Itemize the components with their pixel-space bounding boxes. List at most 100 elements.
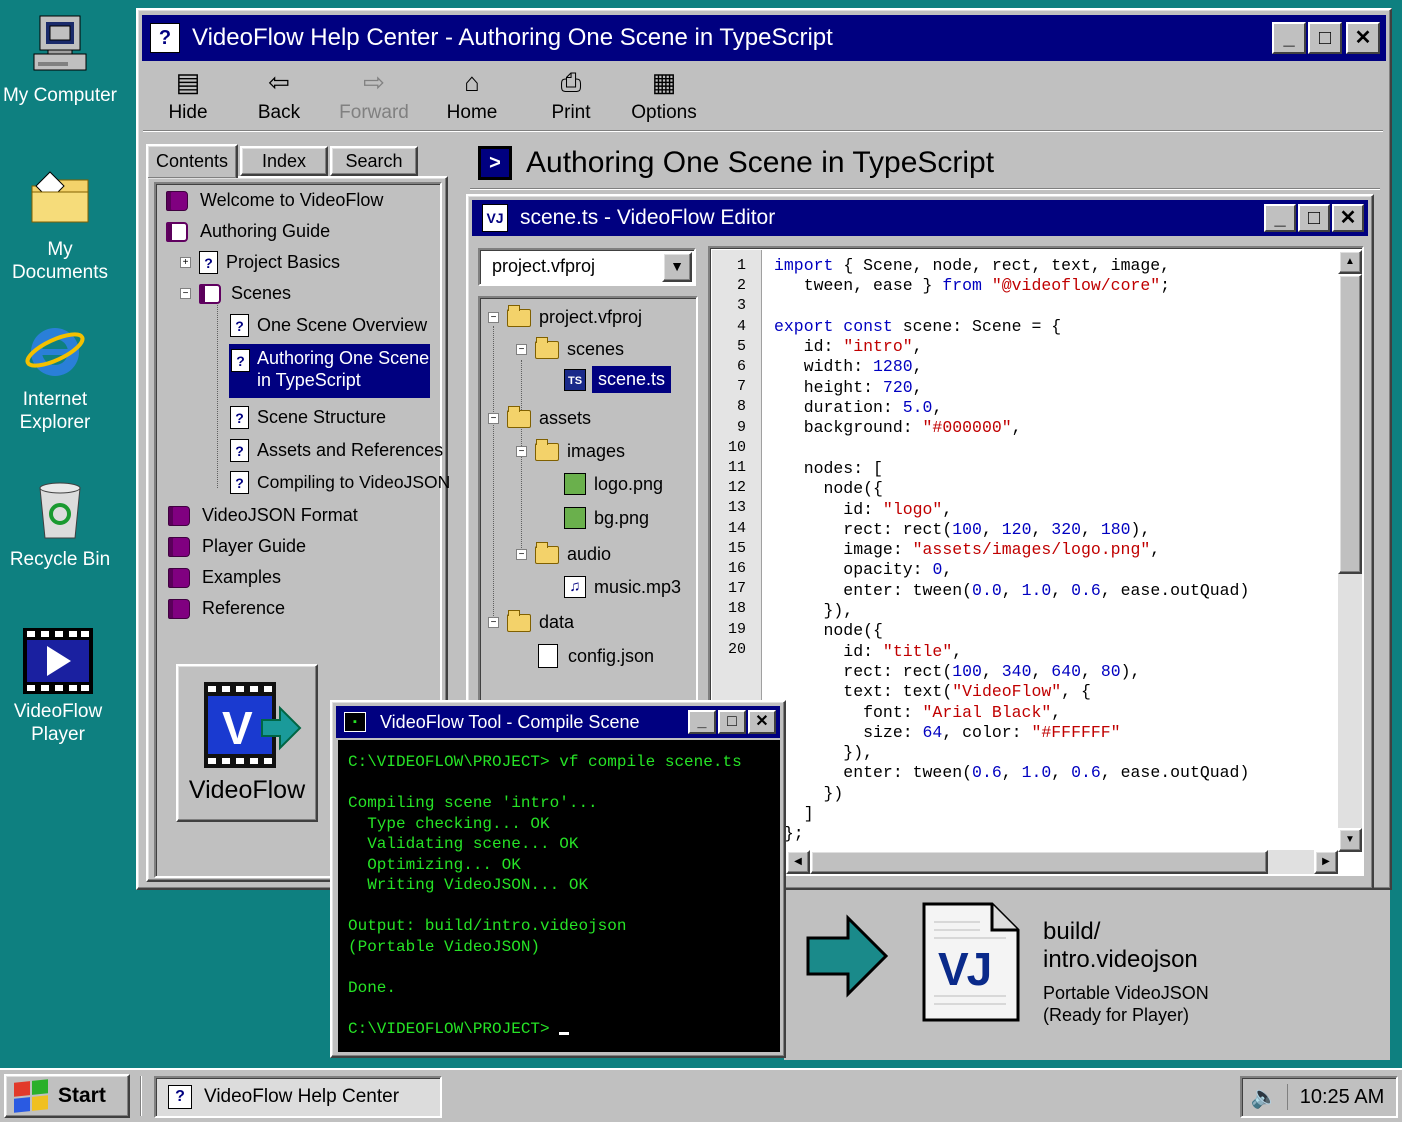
help-page-icon: ?	[230, 439, 249, 462]
collapse-icon[interactable]: −	[180, 288, 191, 299]
scroll-left-button[interactable]: ◀	[786, 850, 810, 874]
collapse-icon[interactable]: −	[488, 413, 499, 424]
tree-assets[interactable]: − assets	[488, 405, 591, 429]
tab-search[interactable]: Search	[330, 146, 418, 176]
book-icon	[168, 567, 190, 588]
desktop-icon-label: Internet Explorer	[19, 389, 91, 433]
forward-button[interactable]: ⇨ Forward	[329, 66, 419, 124]
minimize-button[interactable]: _	[1272, 22, 1306, 54]
vj-file-icon: VJ	[482, 204, 508, 232]
tree-scene-ts[interactable]: TS scene.ts	[564, 366, 672, 393]
hide-button[interactable]: ▤ Hide	[143, 66, 233, 124]
document-file-icon	[538, 644, 558, 668]
code-content[interactable]: import { Scene, node, rect, text, image,…	[774, 256, 1249, 845]
line-number: 1	[736, 257, 746, 274]
tab-index[interactable]: Index	[240, 146, 328, 176]
toc-selected-item[interactable]: ? Authoring One Scene in TypeScript	[229, 344, 430, 398]
tree-bg-png[interactable]: bg.png	[564, 507, 649, 529]
home-button[interactable]: ⌂ Home	[427, 66, 517, 124]
terminal-titlebar[interactable]: ▪ VideoFlow Tool - Compile Scene _ □ ✕	[336, 706, 780, 738]
toc-scenes[interactable]: − Scenes	[180, 283, 291, 304]
folder-open-icon	[535, 438, 559, 461]
editor-maximize-button[interactable]: □	[1298, 204, 1330, 232]
tree-logo-png[interactable]: logo.png	[564, 473, 663, 495]
editor-close-button[interactable]: ✕	[1332, 204, 1364, 232]
help-icon: ?	[150, 23, 180, 53]
folder-open-icon	[535, 336, 559, 359]
toc-welcome[interactable]: Welcome to VideoFlow	[166, 190, 383, 211]
help-page-icon: ?	[231, 349, 250, 372]
recycle-bin-icon	[28, 478, 92, 542]
terminal-close-button[interactable]: ✕	[748, 710, 776, 734]
scroll-thumb[interactable]	[1338, 274, 1362, 574]
scroll-down-button[interactable]: ▼	[1338, 828, 1362, 852]
scroll-up-button[interactable]: ▲	[1338, 250, 1362, 274]
tree-audio[interactable]: − audio	[516, 541, 611, 565]
terminal-maximize-button[interactable]: □	[718, 710, 746, 734]
scroll-right-button[interactable]: ▶	[1314, 850, 1338, 874]
help-window-titlebar[interactable]: ? VideoFlow Help Center - Authoring One …	[142, 15, 1386, 61]
home-icon: ⌂	[464, 67, 480, 97]
maximize-button[interactable]: □	[1308, 22, 1342, 54]
book-icon	[168, 598, 190, 619]
audio-file-icon: ♫	[564, 576, 586, 598]
chevron-down-icon[interactable]: ▼	[662, 252, 692, 282]
taskbar-separator	[140, 1076, 142, 1116]
folder-open-icon	[535, 541, 559, 564]
desktop-icon-label: Recycle Bin	[9, 549, 111, 570]
toc-compiling[interactable]: ? Compiling to VideoJSON	[230, 471, 450, 494]
tree-images[interactable]: − images	[516, 438, 625, 462]
collapse-icon[interactable]: −	[488, 312, 499, 323]
toc-videojson-format[interactable]: VideoJSON Format	[168, 505, 358, 526]
collapse-icon[interactable]: −	[516, 344, 527, 355]
hscroll-thumb[interactable]	[810, 850, 1268, 874]
printer-icon: ⎙	[560, 67, 582, 97]
speaker-icon[interactable]: 🔈	[1242, 1084, 1288, 1110]
toc-authoring-guide[interactable]: Authoring Guide	[166, 221, 330, 242]
videoflow-logo-text: VideoFlow	[188, 776, 306, 804]
toc-player-guide[interactable]: Player Guide	[168, 536, 306, 557]
toc-reference[interactable]: Reference	[168, 598, 285, 619]
tree-project[interactable]: − project.vfproj	[488, 304, 642, 328]
tree-data[interactable]: − data	[488, 609, 574, 633]
collapse-icon[interactable]: −	[516, 446, 527, 457]
desktop-icon-internet-explorer[interactable]: Internet Explorer	[0, 318, 115, 434]
close-button[interactable]: ✕	[1346, 22, 1380, 54]
editor-titlebar[interactable]: VJ scene.ts - VideoFlow Editor _ □ ✕	[472, 200, 1368, 236]
collapse-icon[interactable]: −	[516, 549, 527, 560]
hide-icon: ▤	[175, 67, 201, 97]
options-button[interactable]: ▦ Options	[619, 66, 709, 124]
tree-scenes[interactable]: − scenes	[516, 336, 624, 360]
print-button[interactable]: ⎙ Print	[526, 66, 616, 124]
clock[interactable]: 10:25 AM	[1288, 1086, 1396, 1109]
start-button[interactable]: Start	[4, 1074, 130, 1118]
terminal-line: Compiling scene 'intro'...	[348, 794, 598, 812]
toc-one-scene-overview[interactable]: ? One Scene Overview	[230, 314, 427, 337]
desktop-icon-my-documents[interactable]: My Documents	[0, 168, 120, 284]
toc-examples[interactable]: Examples	[168, 567, 281, 588]
terminal-icon: ▪	[344, 712, 366, 732]
terminal-line: (Portable VideoJSON)	[348, 937, 541, 956]
desktop-icon-label: VideoFlow Player	[13, 701, 103, 745]
toc-scene-structure[interactable]: ? Scene Structure	[230, 406, 386, 429]
editor-minimize-button[interactable]: _	[1264, 204, 1296, 232]
desktop-icon-my-computer[interactable]: My Computer	[0, 14, 120, 107]
output-file-name: build/ intro.videojson	[1043, 918, 1198, 973]
back-button[interactable]: ⇦ Back	[234, 66, 324, 124]
terminal-prompt[interactable]: C:\VIDEOFLOW\PROJECT>	[348, 1019, 742, 1040]
terminal-minimize-button[interactable]: _	[688, 710, 716, 734]
tab-contents[interactable]: Contents	[146, 144, 238, 178]
toc-assets-references[interactable]: ? Assets and References	[230, 439, 443, 462]
desktop-icon-videoflow-player[interactable]: VideoFlow Player	[0, 628, 118, 746]
help-icon: ?	[168, 1085, 192, 1109]
line-number: 4	[736, 317, 746, 335]
tree-config-json[interactable]: config.json	[538, 644, 654, 668]
expand-icon[interactable]: +	[180, 257, 191, 268]
desktop-icon-recycle-bin[interactable]: Recycle Bin	[0, 478, 120, 571]
tree-music-mp3[interactable]: ♫ music.mp3	[564, 576, 681, 598]
toc-project-basics[interactable]: +? Project Basics	[180, 251, 340, 274]
collapse-icon[interactable]: −	[488, 617, 499, 628]
taskbar-task-help-center[interactable]: ? VideoFlow Help Center	[154, 1076, 442, 1118]
project-select[interactable]: project.vfproj ▼	[478, 248, 696, 286]
